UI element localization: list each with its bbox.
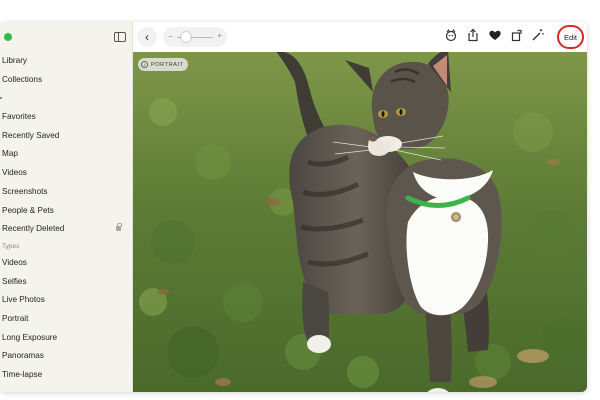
photos-window: Library Collections Favorites Recently S… (0, 22, 587, 392)
sidebar-spacer (0, 89, 133, 108)
sidebar-item-live-photos[interactable]: Live Photos (0, 291, 133, 310)
sidebar-item-portrait[interactable]: Portrait (0, 310, 133, 329)
toolbar: ‹ − + Edit (133, 22, 587, 52)
cat-photo (133, 52, 587, 392)
sidebar-toggle-icon[interactable] (114, 32, 126, 42)
sidebar-item-screenshots[interactable]: Screenshots (0, 183, 133, 202)
auto-enhance-pet-glyph (445, 29, 457, 42)
zoom-slider-handle[interactable] (181, 32, 192, 42)
chevron-left-icon: ‹ (145, 30, 149, 44)
auto-enhance-pet-icon[interactable] (443, 28, 459, 46)
sidebar-item-time-lapse[interactable]: Time-lapse (0, 366, 133, 385)
sidebar-item-favorites[interactable]: Favorites (0, 108, 133, 127)
sidebar-item-videos[interactable]: Videos (0, 164, 133, 183)
section-header-types: Types (2, 242, 20, 250)
portrait-badge[interactable]: f PORTRAIT (138, 58, 189, 71)
heart-glyph (489, 30, 501, 40)
sidebar-item-selfies[interactable]: Selfies (0, 273, 133, 292)
sidebar-item-collections[interactable]: Collections (0, 71, 133, 90)
magic-wand-glyph (532, 29, 544, 41)
sidebar-item-panoramas[interactable]: Panoramas (0, 347, 133, 366)
share-icon[interactable] (465, 28, 481, 46)
magic-wand-icon[interactable] (530, 28, 546, 46)
back-button[interactable]: ‹ (137, 27, 157, 47)
sidebar-item-recently-saved[interactable]: Recently Saved (0, 127, 133, 146)
sidebar-item-recently-deleted[interactable]: Recently Deleted (0, 220, 133, 239)
lock-icon (116, 223, 122, 232)
sidebar-header (0, 22, 133, 52)
collapse-indicator-icon (0, 97, 2, 100)
sidebar-item-long-exposure[interactable]: Long Exposure (0, 329, 133, 348)
sidebar-list: Library Collections Favorites Recently S… (0, 52, 133, 385)
zoom-out-icon: − (168, 32, 173, 41)
share-glyph (468, 28, 478, 42)
zoom-slider[interactable]: − + (163, 27, 227, 47)
edit-button[interactable]: Edit (557, 25, 584, 49)
edit-button-label: Edit (564, 32, 577, 42)
sidebar-item-types-videos[interactable]: Videos (0, 254, 133, 273)
zoom-in-icon: + (217, 31, 222, 40)
photo-viewer[interactable]: f PORTRAIT (133, 52, 587, 392)
window-zoom-button[interactable] (4, 33, 12, 41)
sidebar-item-people-pets[interactable]: People & Pets (0, 202, 133, 221)
sidebar-item-library[interactable]: Library (0, 52, 133, 71)
aperture-icon: f (141, 61, 148, 68)
portrait-badge-label: PORTRAIT (151, 61, 184, 68)
sidebar: Library Collections Favorites Recently S… (0, 22, 133, 392)
sidebar-item-label: Recently Deleted (2, 224, 65, 234)
rotate-icon[interactable] (509, 28, 525, 46)
sidebar-item-map[interactable]: Map (0, 145, 133, 164)
rotate-glyph (511, 29, 522, 42)
heart-icon[interactable] (487, 28, 503, 46)
